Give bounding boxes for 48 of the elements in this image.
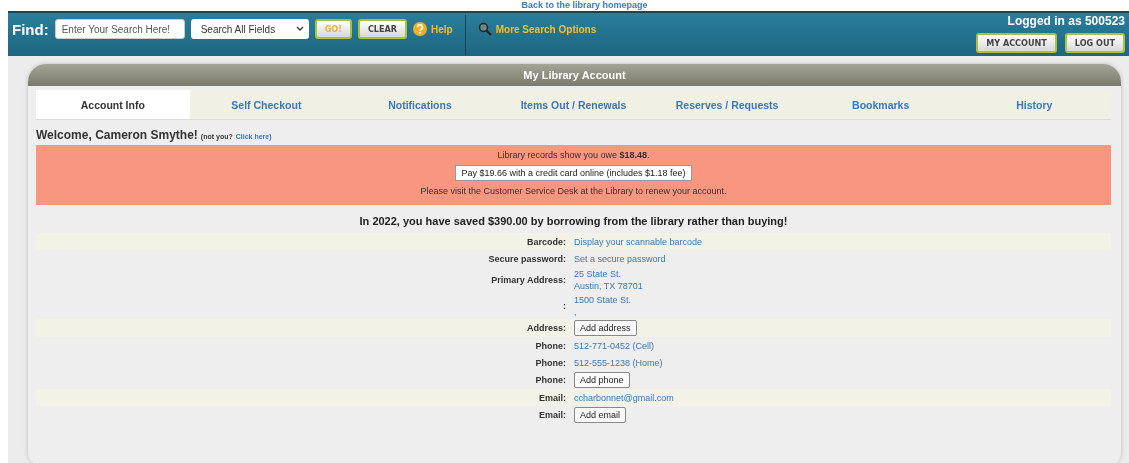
add-button[interactable]: Add email	[574, 407, 627, 423]
tab[interactable]: Notifications	[343, 90, 497, 119]
panel-title: My Library Account	[28, 64, 1121, 86]
tab[interactable]: Items Out / Renewals	[496, 90, 651, 119]
pay-button[interactable]: Pay $19.66 with a credit card online (includes $1.18 fee)	[455, 165, 692, 181]
field-label: Phone:	[534, 340, 566, 351]
my-account-button[interactable]: MY ACCOUNT	[976, 33, 1057, 53]
field-label: Email:	[538, 410, 566, 420]
homepage-link[interactable]: Back to the library homepage	[521, 0, 648, 11]
add-button[interactable]: Add phone	[574, 372, 630, 388]
add-button[interactable]: Add address	[574, 320, 637, 336]
help-icon	[413, 22, 427, 36]
field-label: :	[562, 301, 566, 311]
value-text: ccharbonnet@gmail.com	[574, 391, 675, 404]
value-text: Austin, TX 78701	[574, 280, 644, 292]
value-link[interactable]: Set a secure password	[574, 252, 1111, 265]
search-icon	[477, 22, 492, 36]
savings-text: In 2022, you have saved $390.00 by borrowing from the library rather than buying!	[358, 215, 789, 227]
value-link[interactable]: Display your scannable barcode	[574, 235, 1111, 248]
tab[interactable]: Bookmarks	[803, 90, 958, 119]
clear-button[interactable]: CLEAR	[357, 19, 407, 39]
help-link[interactable]: Help	[413, 19, 453, 39]
field-label: Secure password:	[487, 253, 566, 264]
field-label: Barcode:	[526, 236, 566, 247]
value-text: 25 State St.	[574, 268, 623, 280]
log-out-button[interactable]: LOG OUT	[1064, 33, 1125, 53]
value-text: 512-555-1238 (Home)	[574, 356, 664, 369]
search-field[interactable]: Enter Your Search Here!	[54, 19, 185, 39]
tab[interactable]: Self Checkout	[189, 90, 344, 119]
renew-note: Please visit the Customer Service Desk at the Library to renew your account.	[420, 186, 727, 196]
value-text: 1500 State St.	[574, 294, 633, 306]
find-label: Find:	[12, 21, 49, 38]
logged-in-text: Logged in as 500523	[1007, 14, 1125, 28]
owe-text: Library records show you owe $18.48.	[497, 150, 650, 160]
more-search-link[interactable]: More Search Options	[477, 19, 597, 39]
field-label: Phone:	[534, 357, 566, 368]
field-label: Address:	[526, 323, 566, 333]
field-label: Phone:	[534, 375, 566, 385]
field-label: Primary Address:	[490, 275, 566, 285]
tab[interactable]: Account Info	[36, 90, 190, 119]
tab[interactable]: Reserves / Requests	[650, 90, 804, 119]
field-label: Email:	[538, 392, 566, 403]
chevron-icon	[295, 26, 304, 32]
field-select[interactable]: Search All Fields	[190, 19, 309, 39]
value-text: ,	[574, 306, 578, 318]
tab[interactable]: History	[957, 90, 1112, 119]
value-text: 512-771-0452 (Cell)	[574, 339, 656, 352]
welcome-text: Welcome, Cameron Smythe!	[36, 128, 198, 142]
